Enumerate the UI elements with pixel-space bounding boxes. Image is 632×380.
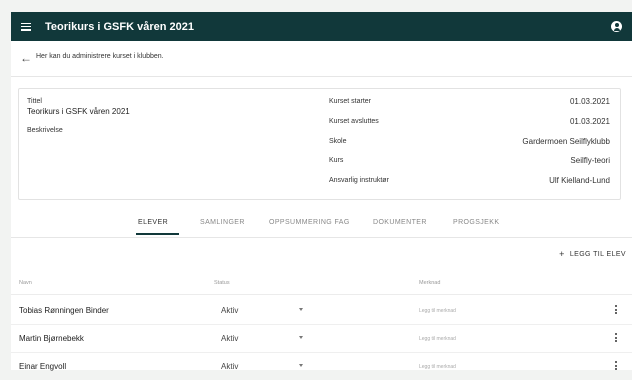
- menu-icon[interactable]: [21, 22, 31, 31]
- course-value: Seilfly-teori: [570, 156, 610, 165]
- tab-elever[interactable]: ELEVER: [138, 219, 168, 226]
- student-name: Martin Bjørnebekk: [19, 334, 84, 343]
- divider: [11, 237, 632, 238]
- arrow-left-icon[interactable]: ←: [20, 51, 32, 65]
- add-note-link[interactable]: Legg til merknad: [419, 364, 456, 370]
- divider: [11, 294, 632, 295]
- chevron-down-icon[interactable]: [299, 336, 303, 339]
- more-vert-icon[interactable]: [614, 305, 617, 316]
- title-value: Teorikurs i GSFK våren 2021: [27, 107, 130, 116]
- course-details-card: Tittel Teorikurs i GSFK våren 2021 Beskr…: [18, 88, 621, 200]
- instructor-label: Ansvarlig instruktør: [329, 177, 389, 184]
- school-value: Gardermoen Seilflyklubb: [522, 137, 610, 146]
- main-content: ← Her kan du administrere kurset i klubb…: [11, 41, 632, 371]
- status-select[interactable]: Aktiv: [221, 306, 238, 315]
- add-note-link[interactable]: Legg til merknad: [419, 308, 456, 314]
- back-description: Her kan du administrere kurset i klubben…: [36, 53, 164, 60]
- add-student-label: LEGG TIL ELEV: [569, 250, 626, 258]
- table-row: Tobias Rønningen Binder Aktiv Legg til m…: [11, 297, 632, 324]
- student-name: Tobias Rønningen Binder: [19, 306, 109, 315]
- tab-samlinger[interactable]: SAMLINGER: [200, 219, 245, 226]
- app-bar: Teorikurs i GSFK våren 2021: [11, 12, 632, 41]
- plus-icon: +: [559, 249, 565, 259]
- divider: [11, 76, 632, 77]
- page-title: Teorikurs i GSFK våren 2021: [45, 20, 194, 33]
- header-name: Navn: [19, 280, 32, 286]
- account-circle-icon[interactable]: [611, 21, 622, 32]
- tab-progsjekk[interactable]: PROGSJEKK: [453, 219, 499, 226]
- start-label: Kurset starter: [329, 98, 372, 105]
- tab-dokumenter[interactable]: DOKUMENTER: [373, 219, 427, 226]
- add-student-button[interactable]: + LEGG TIL ELEV: [559, 249, 626, 259]
- chevron-down-icon[interactable]: [299, 364, 303, 367]
- table-header: Navn Status Merknad: [11, 277, 632, 293]
- course-label: Kurs: [329, 157, 344, 164]
- header-status: Status: [214, 280, 230, 286]
- header-note: Merknad: [419, 280, 441, 286]
- tab-oppsummering-fag[interactable]: OPPSUMMERING FAG: [269, 219, 350, 226]
- active-tab-indicator: [136, 233, 179, 235]
- tab-bar: ELEVER SAMLINGER OPPSUMMERING FAG DOKUME…: [11, 212, 632, 238]
- instructor-value: Ulf Kielland-Lund: [549, 176, 610, 185]
- start-value: 01.03.2021: [569, 97, 610, 106]
- add-note-link[interactable]: Legg til merknad: [419, 336, 456, 342]
- description-label: Beskrivelse: [27, 127, 63, 134]
- more-vert-icon[interactable]: [614, 333, 617, 344]
- chevron-down-icon[interactable]: [299, 308, 303, 311]
- school-label: Skole: [329, 138, 347, 145]
- status-select[interactable]: Aktiv: [221, 334, 238, 343]
- end-value: 01.03.2021: [569, 117, 610, 126]
- end-label: Kurset avsluttes: [329, 118, 379, 125]
- table-row: Martin Bjørnebekk Aktiv Legg til merknad: [11, 325, 632, 352]
- back-row: ← Her kan du administrere kurset i klubb…: [11, 41, 632, 75]
- title-label: Tittel: [27, 98, 42, 105]
- table-row: Einar Engvoll Aktiv Legg til merknad: [11, 353, 632, 380]
